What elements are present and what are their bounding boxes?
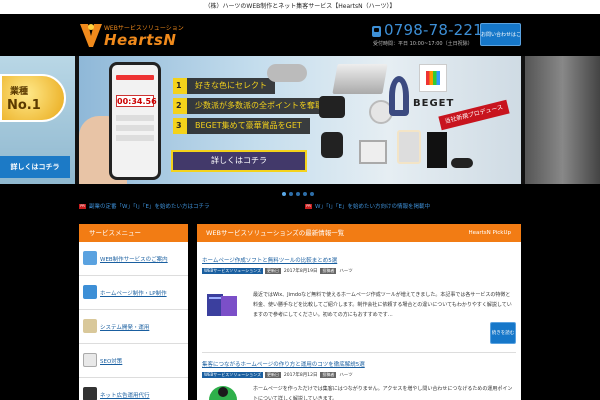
smartphone-image: 00:34.56 xyxy=(109,62,161,180)
phone-screen-header xyxy=(116,75,154,80)
phone-number[interactable]: 0798-78-2212 xyxy=(384,21,493,39)
ps4-image xyxy=(427,132,447,168)
news-title: WEBサービスソリューションズの最新情報一覧 xyxy=(206,229,345,237)
category-chip[interactable]: WEBサービスソリューションズ xyxy=(202,371,264,378)
pr-tag: PR xyxy=(79,203,86,209)
main-slide-banner[interactable]: 00:34.56 1 好きな色にセレクト 2 少数派が多数派の全ポイントを奪取 3B… xyxy=(79,56,521,184)
document-icon xyxy=(83,319,97,333)
slide-cta-button[interactable]: 詳しくはコチラ xyxy=(171,150,307,172)
sidebar-title: サービスメニュー xyxy=(79,224,188,242)
pr-link-2[interactable]: PR W」「I」「E」を始めたい方向けの情報を掲載中 xyxy=(305,202,430,212)
beget-logo-icon xyxy=(419,64,447,92)
industry-badge: 業種 No.1 xyxy=(0,74,66,122)
controller-image xyxy=(451,158,473,168)
sidebar-item-label[interactable]: ネット広告運用代行 xyxy=(100,391,150,399)
article-meta: WEBサービスソリューションズ 更新日 2017年8月19日 投稿者 ハーツ xyxy=(202,267,516,274)
smartwatch-image xyxy=(321,132,343,158)
badge-label: 業種 xyxy=(10,87,29,97)
beauty-roller-image xyxy=(267,64,307,82)
beget-brand: BEGET xyxy=(413,98,455,109)
tablet-image xyxy=(397,130,421,164)
article-title[interactable]: 集客につながるホームページの作り方と運用のコツを徹底解説5選 xyxy=(202,360,516,368)
next-slide-preview[interactable] xyxy=(525,56,600,184)
slider-dot-4[interactable] xyxy=(303,192,307,196)
pr-link-text[interactable]: 副業の定番「W」「I」「E」を始めたい方はコチラ xyxy=(89,204,210,210)
pr-tag: PR xyxy=(305,203,312,209)
site-header: WEBサービスソリューション HeartsN 0798-78-2212 受付時間… xyxy=(0,14,600,56)
article-divider xyxy=(202,352,516,353)
sidebar-item-label[interactable]: ホームページ制作・LP制作 xyxy=(100,289,167,297)
author-label: 投稿者 xyxy=(320,371,337,378)
article-date: 2017年8月12日 xyxy=(283,372,318,378)
phone-screen-row xyxy=(116,115,154,121)
article-excerpt: ホームページを作っただけでは集客にはつながりません。アクセスを増やし問い合わせに… xyxy=(253,386,513,400)
pr-link-1[interactable]: PR 副業の定番「W」「I」「E」を始めたい方はコチラ xyxy=(79,202,210,212)
slide-bullet-2: 2 少数派が多数派の全ポイントを奪取 xyxy=(173,98,331,114)
pr-link-text[interactable]: W」「I」「E」を始めたい方向けの情報を掲載中 xyxy=(315,204,430,210)
hearts-v-logo-icon xyxy=(80,24,102,47)
read-more-button[interactable]: 続きを読む xyxy=(490,322,516,344)
slider-dot-2[interactable] xyxy=(289,192,293,196)
gamepad-icon xyxy=(83,387,97,400)
article-author: ハーツ xyxy=(339,372,353,378)
slider-dots xyxy=(282,191,317,197)
phone-screen-row xyxy=(116,135,154,141)
article-title[interactable]: ホームページ作成ソフトと無料ツールの比較まとめ5選 xyxy=(202,256,516,264)
date-label: 更新日 xyxy=(265,371,281,378)
article-date: 2017年8月19日 xyxy=(283,268,318,274)
news-section: WEBサービスソリューションズの最新情報一覧 HeartsN PickUp ホー… xyxy=(197,224,521,400)
sidebar-item-system[interactable]: システム開発・運用 xyxy=(79,310,188,344)
logo-text: HeartsN xyxy=(104,31,177,49)
camera-image xyxy=(319,96,345,118)
phone-timer: 00:34.56 xyxy=(116,95,157,107)
sidebar-item-homepage[interactable]: ホームページ制作・LP制作 xyxy=(79,276,188,310)
slide-bullet-1: 1 好きな色にセレクト xyxy=(173,78,275,94)
date-label: 更新日 xyxy=(265,267,281,274)
article-author: ハーツ xyxy=(339,268,353,274)
site-logo[interactable]: WEBサービスソリューション HeartsN xyxy=(80,22,200,50)
game-console-image xyxy=(359,140,387,164)
fan-image xyxy=(389,76,409,116)
monitor-icon xyxy=(83,285,97,299)
sidebar-item-label[interactable]: WEB制作サービスのご案内 xyxy=(100,255,168,263)
article-item: 集客につながるホームページの作り方と運用のコツを徹底解説5選 WEBサービスソリ… xyxy=(202,360,516,378)
article-item: ホームページ作成ソフトと無料ツールの比較まとめ5選 WEBサービスソリューション… xyxy=(202,256,516,274)
seo-chart-icon xyxy=(83,353,97,367)
web-design-icon xyxy=(83,251,97,265)
sidebar-item-web[interactable]: WEB制作サービスのご案内 xyxy=(79,242,188,276)
article-meta: WEBサービスソリューションズ 更新日 2017年8月12日 投稿者 ハーツ xyxy=(202,371,516,378)
contact-button[interactable]: お問い合わせはこちら xyxy=(480,23,521,46)
phone-icon xyxy=(372,26,381,37)
category-chip[interactable]: WEBサービスソリューションズ xyxy=(202,267,264,274)
news-header: WEBサービスソリューションズの最新情報一覧 HeartsN PickUp xyxy=(197,224,521,242)
prev-slide-detail-button[interactable]: 詳しくはコチラ xyxy=(0,156,70,178)
author-label: 投稿者 xyxy=(320,267,337,274)
article-thumbnail[interactable] xyxy=(203,288,243,322)
business-hours: 受付時間：平日 10:00~17:00（土日祝除） xyxy=(373,41,473,47)
badge-rank: No.1 xyxy=(7,98,41,113)
slider-dot-5[interactable] xyxy=(310,192,314,196)
prev-slide-preview[interactable]: 業種 No.1 詳しくはコチラ xyxy=(0,56,75,184)
hero-slider[interactable]: 業種 No.1 詳しくはコチラ 00:34.56 1 好きな色にセレクト 2 少数派… xyxy=(0,56,600,184)
service-menu-sidebar: サービスメニュー WEB制作サービスのご案内 ホームページ制作・LP制作 システ… xyxy=(79,224,188,400)
slider-dot-1[interactable] xyxy=(282,192,286,196)
laptop-image xyxy=(332,64,388,94)
article-excerpt: 最近ではWix、Jimdoなど無料で使えるホームページ作成ツールが増えてきました… xyxy=(253,292,512,318)
sidebar-item-seo[interactable]: SEO対策 xyxy=(79,344,188,378)
top-announcement: （株）ハーツのWEB制作とネット集客サービス【HeartsN（ハーツ）】 xyxy=(0,0,600,14)
phone-screen-row xyxy=(116,125,154,131)
slider-dot-3[interactable] xyxy=(296,192,300,196)
pickup-label: HeartsN PickUp xyxy=(468,230,512,236)
slide-bullet-3: 3 BEGET集めて豪華賞品をGET xyxy=(173,118,310,134)
sidebar-item-label[interactable]: システム開発・運用 xyxy=(100,323,149,331)
sidebar-item-label[interactable]: SEO対策 xyxy=(100,357,122,365)
sidebar-item-ads[interactable]: ネット広告運用代行 xyxy=(79,378,188,400)
article-thumbnail[interactable] xyxy=(203,384,243,400)
